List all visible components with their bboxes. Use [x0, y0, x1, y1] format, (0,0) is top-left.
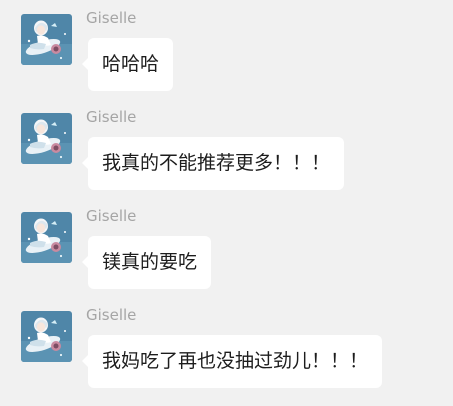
- chat-history: Giselle 哈哈哈 Giselle 我真的不能推荐更多！！！ Giselle…: [0, 0, 453, 406]
- anime-girl-avatar-icon: [21, 311, 72, 362]
- avatar[interactable]: [21, 113, 72, 164]
- sender-name: Giselle: [86, 306, 137, 324]
- message-bubble[interactable]: 镁真的要吃: [81, 236, 212, 289]
- avatar[interactable]: [21, 14, 72, 65]
- anime-girl-avatar-icon: [21, 212, 72, 263]
- message-bubble[interactable]: 我真的不能推荐更多！！！: [81, 137, 345, 190]
- sender-name: Giselle: [86, 108, 137, 126]
- anime-girl-avatar-icon: [21, 113, 72, 164]
- avatar[interactable]: [21, 311, 72, 362]
- anime-girl-avatar-icon: [21, 14, 72, 65]
- message-bubble[interactable]: 我妈吃了再也没抽过劲儿！！！: [81, 335, 383, 388]
- sender-name: Giselle: [86, 9, 137, 27]
- message-bubble[interactable]: 哈哈哈: [81, 38, 174, 91]
- sender-name: Giselle: [86, 207, 137, 225]
- avatar[interactable]: [21, 212, 72, 263]
